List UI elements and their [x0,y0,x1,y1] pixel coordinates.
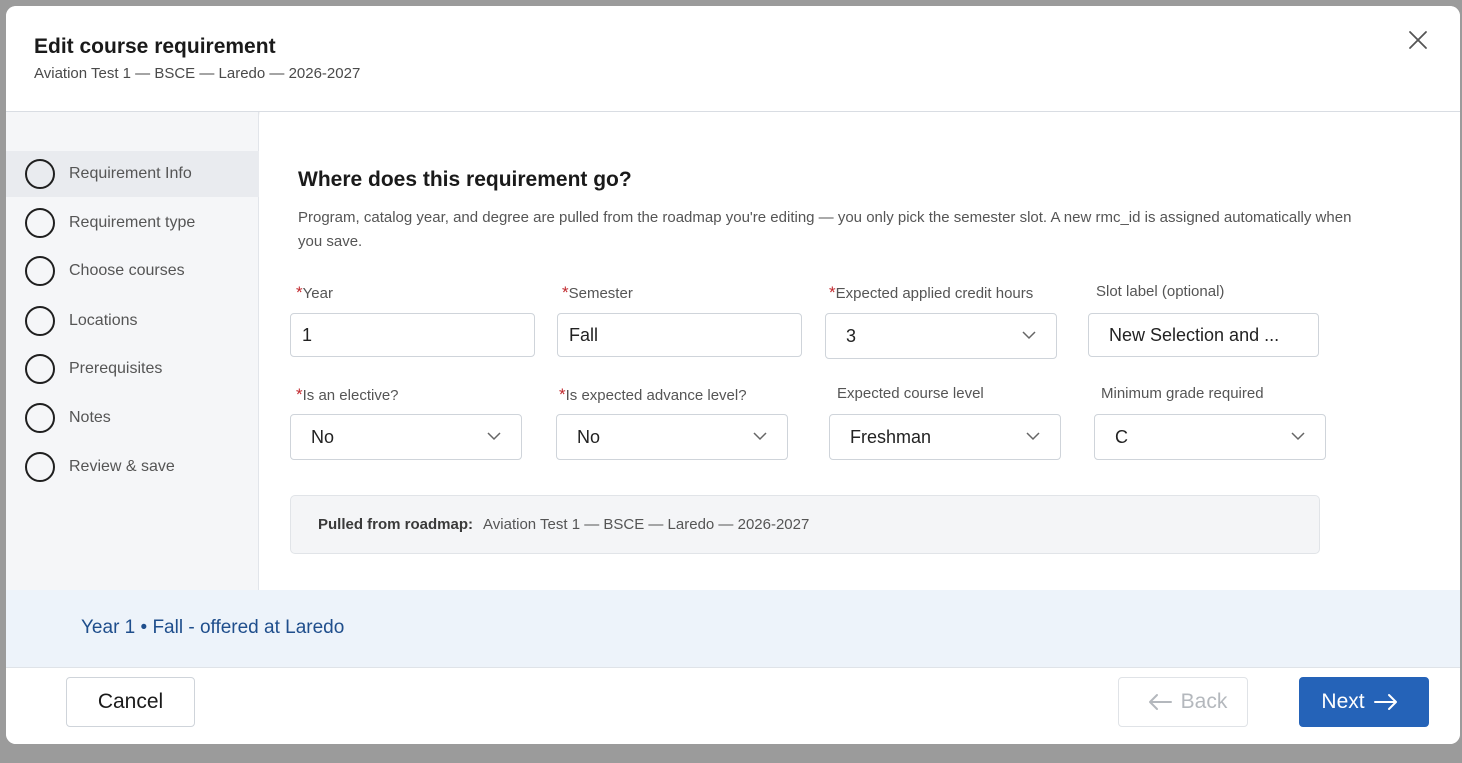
step-status-circle-icon [25,354,55,384]
back-button[interactable]: Back [1118,677,1248,727]
step-review-save[interactable]: Review & save [6,444,259,490]
section-description: Program, catalog year, and degree are pu… [298,209,1352,250]
arrow-left-icon [1148,694,1172,710]
pulled-from-roadmap-value: Aviation Test 1 — BSCE — Laredo — 2026-2… [483,516,810,533]
step-status-circle-icon [25,208,55,238]
chevron-down-icon [487,432,501,441]
step-notes[interactable]: Notes [6,395,259,441]
slot-label-label: Slot label (optional) [1096,283,1225,300]
slot-label-input[interactable]: New Selection and ... [1088,313,1319,357]
step-requirement-type[interactable]: Requirement type [6,200,259,246]
year-label: *Year [296,283,333,302]
year-input[interactable]: 1 [290,313,535,357]
step-status-circle-icon [25,256,55,286]
pulled-from-roadmap-box: Pulled from roadmap: Aviation Test 1 — B… [290,495,1320,554]
chevron-down-icon [1022,331,1036,340]
arrow-right-icon [1373,694,1397,710]
pulled-from-roadmap-label: Pulled from roadmap: [318,516,474,533]
stepper-sidebar: Requirement Info Requirement type Choose… [6,112,259,590]
back-label: Back [1180,690,1228,713]
chevron-down-icon [1291,432,1305,441]
step-status-circle-icon [25,403,55,433]
step-locations[interactable]: Locations [6,298,259,344]
step-status-circle-icon [25,306,55,336]
credit-hours-select[interactable]: 3 [825,313,1057,359]
required-marker: * [829,283,836,302]
advance-level-select[interactable]: No [556,414,788,460]
close-button[interactable] [1406,28,1430,52]
cancel-button[interactable]: Cancel [66,677,195,727]
step-prerequisites[interactable]: Prerequisites [6,346,259,392]
min-grade-label: Minimum grade required [1101,385,1264,402]
elective-value: No [311,426,335,447]
elective-select[interactable]: No [290,414,522,460]
close-icon [1409,31,1427,49]
chevron-down-icon [1026,432,1040,441]
step-label: Prerequisites [69,360,163,377]
required-marker: * [562,283,569,302]
step-label: Requirement type [69,214,196,231]
advance-level-value: No [577,426,601,447]
dialog-subtitle: Aviation Test 1 — BSCE — Laredo — 2026-2… [34,65,361,82]
semester-input[interactable]: Fall [557,313,802,357]
step-label: Requirement Info [69,165,192,182]
chevron-down-icon [753,432,767,441]
required-marker: * [296,283,303,302]
step-label: Review & save [69,458,175,475]
next-label: Next [1321,690,1365,713]
elective-label: *Is an elective? [296,385,399,404]
placement-summary-text: Year 1 • Fall - offered at Laredo [81,617,345,638]
course-level-select[interactable]: Freshman [829,414,1061,460]
required-marker: * [296,385,303,404]
step-choose-courses[interactable]: Choose courses [6,248,259,294]
advance-level-label: *Is expected advance level? [559,385,747,404]
semester-label: *Semester [562,283,633,302]
next-button[interactable]: Next [1299,677,1429,727]
step-status-circle-icon [25,159,55,189]
step-label: Locations [69,312,138,329]
min-grade-select[interactable]: C [1094,414,1326,460]
requirement-info-form: Where does this requirement go? Program,… [260,112,1460,590]
dialog-header: Edit course requirement Aviation Test 1 … [6,6,1460,112]
credit-hours-value: 3 [846,325,857,346]
edit-course-requirement-dialog: Edit course requirement Aviation Test 1 … [6,6,1460,744]
step-label: Choose courses [69,262,185,279]
course-level-value: Freshman [850,426,932,447]
dialog-footer: Cancel Back Next [6,668,1460,744]
required-marker: * [559,385,566,404]
course-level-label: Expected course level [837,385,984,402]
step-status-circle-icon [25,452,55,482]
min-grade-value: C [1115,426,1128,447]
credit-hours-label: *Expected applied credit hours [829,283,1034,302]
dialog-title: Edit course requirement [34,35,276,58]
step-label: Notes [69,409,111,426]
step-requirement-info[interactable]: Requirement Info [6,151,259,197]
placement-summary-bar: Year 1 • Fall - offered at Laredo [6,590,1460,668]
section-title: Where does this requirement go? [298,168,632,191]
